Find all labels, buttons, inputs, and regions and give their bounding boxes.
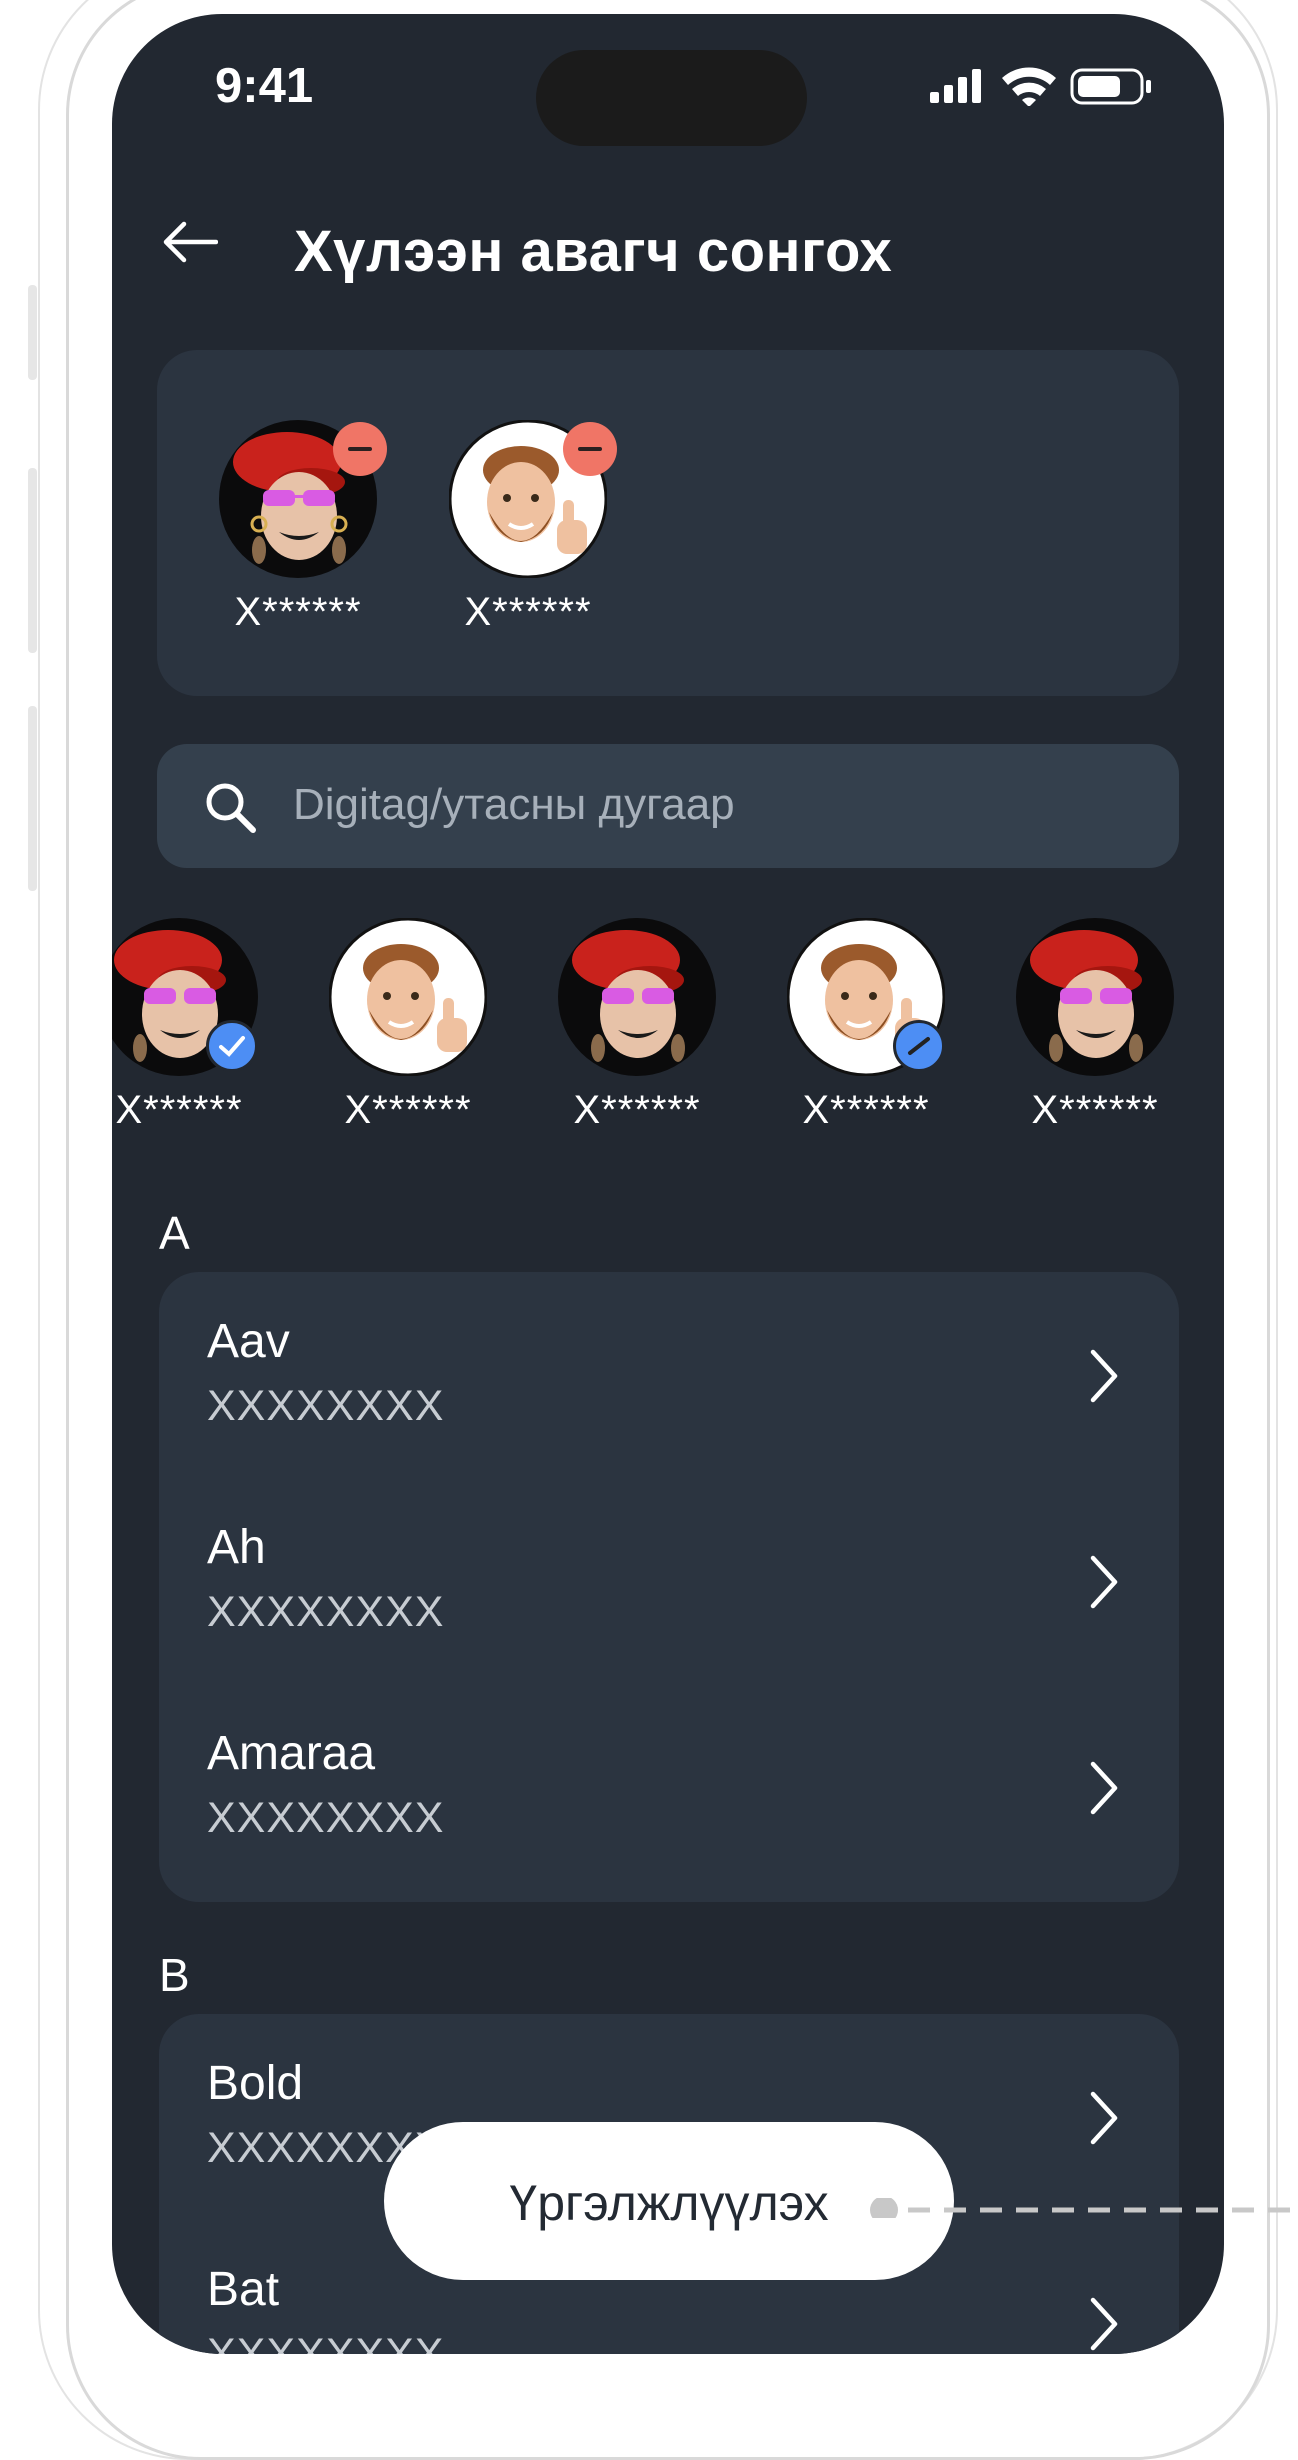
- phone-volume-down-button: [28, 706, 37, 891]
- recent-recipient[interactable]: Х******: [325, 918, 491, 1133]
- section-header-a: A: [159, 1207, 190, 1259]
- section-header-b: B: [159, 1949, 190, 2001]
- recent-recipient[interactable]: Х******: [112, 918, 262, 1133]
- recipient-name: Х******: [573, 1088, 701, 1132]
- recipient-name: Х******: [115, 1088, 243, 1132]
- contact-name: Ah: [207, 1521, 266, 1574]
- contact-number: XXXXXXXX: [207, 2330, 445, 2354]
- app-screen: 9:41 Хүлээн авагч сонгох Х****** Х******…: [112, 14, 1224, 2354]
- page-title: Хүлээн авагч сонгох: [294, 219, 893, 284]
- phone-action-button: [28, 285, 37, 380]
- recipient-name: Х******: [802, 1088, 930, 1132]
- avatar: [1016, 918, 1174, 1076]
- chevron-right-icon: [1090, 1555, 1118, 1609]
- recipient-name: Х******: [234, 590, 362, 634]
- recipient-name: Х******: [464, 590, 592, 634]
- cellular-signal-icon: [930, 69, 981, 103]
- avatar: [329, 918, 487, 1076]
- check-icon: [893, 1020, 945, 1072]
- recent-recipient[interactable]: Х******: [783, 918, 949, 1133]
- dynamic-island: [536, 50, 807, 146]
- chevron-right-icon: [1090, 2297, 1118, 2351]
- recipient-name: Х******: [344, 1088, 472, 1132]
- selected-recipient: Х******: [445, 420, 617, 635]
- contact-name: Amaraa: [207, 1727, 376, 1780]
- contact-row[interactable]: Aav XXXXXXXX: [159, 1272, 1179, 1478]
- contact-name: Bat: [207, 2263, 280, 2316]
- selected-recipient: Х******: [215, 420, 387, 635]
- phone-volume-up-button: [28, 468, 37, 653]
- remove-recipient-button[interactable]: [333, 422, 387, 476]
- contact-name: Bold: [207, 2057, 304, 2110]
- chevron-right-icon: [1090, 1349, 1118, 1403]
- status-icons: [926, 66, 1156, 111]
- contact-row[interactable]: Amaraa XXXXXXXX: [159, 1684, 1179, 1890]
- contact-row[interactable]: Ah XXXXXXXX: [159, 1478, 1179, 1684]
- man-memoji-icon: [329, 918, 487, 1076]
- search-placeholder: Digitag/утасны дугаар: [293, 780, 735, 829]
- contact-number: XXXXXXXX: [207, 1588, 445, 1636]
- battery-icon: [1070, 68, 1151, 105]
- contact-number: XXXXXXXX: [207, 1382, 445, 1430]
- avatar: [112, 918, 258, 1076]
- chevron-right-icon: [1090, 1761, 1118, 1815]
- back-button[interactable]: [162, 220, 219, 269]
- search-icon: [206, 783, 256, 833]
- remove-recipient-button[interactable]: [563, 422, 617, 476]
- avatar: [558, 918, 716, 1076]
- woman-memoji-icon: [1016, 918, 1174, 1076]
- avatar: [219, 420, 387, 578]
- woman-memoji-icon: [558, 918, 716, 1076]
- search-input[interactable]: Digitag/утасны дугаар: [157, 744, 1179, 868]
- contact-list-a: Aav XXXXXXXX Ah XXXXXXXX Amaraa XXXXXXXX: [159, 1272, 1179, 1902]
- avatar: [449, 420, 617, 578]
- check-icon: [206, 1020, 258, 1072]
- annotation-connector: [870, 2198, 1298, 2218]
- status-time: 9:41: [215, 59, 314, 113]
- recent-recipient[interactable]: Х******: [1012, 918, 1178, 1133]
- wifi-icon: [1002, 67, 1056, 107]
- selected-recipients-card: Х****** Х******: [157, 350, 1179, 696]
- avatar: [787, 918, 945, 1076]
- arrow-left-icon: [163, 221, 219, 263]
- chevron-right-icon: [1090, 2091, 1118, 2145]
- recent-recipient[interactable]: Х******: [554, 918, 720, 1133]
- recipient-name: Х******: [1031, 1088, 1159, 1132]
- contact-name: Aav: [207, 1315, 290, 1368]
- contact-number: XXXXXXXX: [207, 1794, 445, 1842]
